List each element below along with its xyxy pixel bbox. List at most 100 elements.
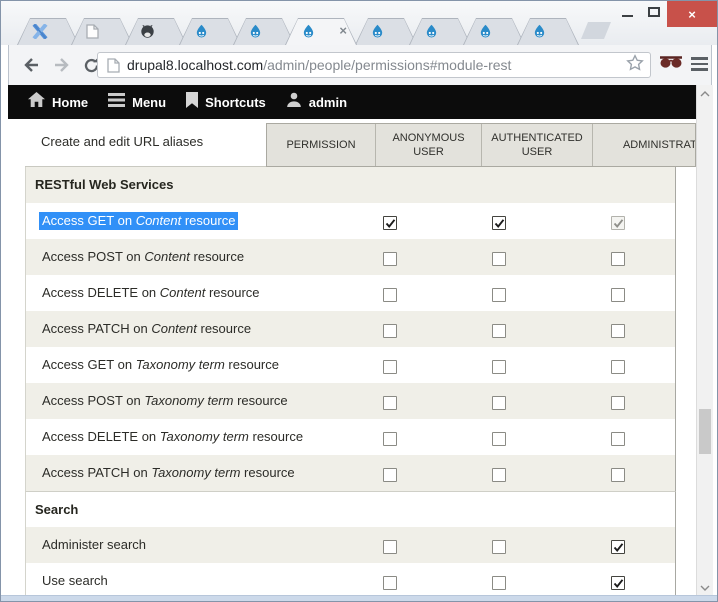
checkbox-administrator[interactable]	[611, 252, 625, 266]
checkbox-authenticated[interactable]	[492, 324, 506, 338]
module-section-label: RESTful Web Services	[35, 177, 173, 192]
tab-10[interactable]	[517, 18, 579, 45]
maximize-icon	[648, 7, 660, 17]
permission-label: Create and edit URL aliases	[41, 134, 203, 149]
toolbar-item-label: Home	[52, 95, 88, 110]
checkbox-authenticated[interactable]	[492, 576, 506, 590]
tab-surface	[464, 19, 524, 45]
tab-7[interactable]	[355, 18, 417, 45]
header-cell-authenticated-user: AUTHENTICATED USER	[482, 124, 593, 166]
tab-5[interactable]	[233, 18, 295, 45]
url-path: /admin/people/permissions#module-rest	[263, 57, 511, 73]
tab-surface	[518, 19, 578, 45]
vertical-scrollbar[interactable]	[696, 85, 713, 597]
checkbox-anonymous[interactable]	[383, 216, 397, 230]
checkbox-authenticated[interactable]	[492, 360, 506, 374]
checkbox-anonymous[interactable]	[383, 540, 397, 554]
checkbox-authenticated[interactable]	[492, 432, 506, 446]
close-button[interactable]: ×	[667, 1, 717, 27]
tab-active[interactable]: ×	[285, 18, 357, 45]
drupal-admin-toolbar: Home Menu Shortcuts admin	[8, 85, 696, 119]
checkbox-administrator[interactable]	[611, 288, 625, 302]
permission-label: Access DELETE on Content resource	[42, 285, 260, 300]
checkbox-authenticated[interactable]	[492, 288, 506, 302]
checkbox-administrator[interactable]	[611, 540, 625, 554]
tab-9[interactable]	[463, 18, 525, 45]
checkbox-administrator[interactable]	[611, 360, 625, 374]
permission-row: Access PATCH on Content resource	[25, 311, 676, 347]
checkbox-anonymous[interactable]	[383, 396, 397, 410]
permission-label: Access PATCH on Taxonomy term resource	[42, 465, 295, 480]
drupal-favicon-icon	[478, 24, 494, 40]
checkbox-administrator[interactable]	[611, 396, 625, 410]
minimize-button[interactable]	[615, 1, 641, 23]
scrollbar-thumb[interactable]	[699, 409, 711, 454]
permission-label: Access DELETE on Taxonomy term resource	[42, 429, 303, 444]
permission-row: Administer search	[25, 527, 676, 563]
scroll-up-button[interactable]	[697, 86, 713, 102]
tab-2[interactable]	[71, 18, 133, 45]
checkbox-authenticated[interactable]	[492, 468, 506, 482]
permission-label: Administer search	[42, 537, 146, 552]
checkbox-anonymous[interactable]	[383, 576, 397, 590]
tab-8[interactable]	[409, 18, 471, 45]
tab-3[interactable]	[125, 18, 187, 45]
new-tab-button[interactable]	[581, 22, 611, 39]
checkbox-anonymous[interactable]	[383, 468, 397, 482]
extension-button[interactable]	[659, 55, 683, 75]
checkbox-administrator[interactable]	[611, 324, 625, 338]
toolbar-item-shortcuts[interactable]: Shortcuts	[186, 92, 266, 113]
checkbox-authenticated[interactable]	[492, 252, 506, 266]
permission-row: Access GET on Content resource	[25, 203, 676, 239]
back-arrow-icon	[21, 55, 41, 75]
checkbox-anonymous[interactable]	[383, 432, 397, 446]
tab-surface	[234, 19, 294, 45]
checkbox-authenticated[interactable]	[492, 216, 506, 230]
tab-1[interactable]	[17, 18, 79, 45]
checkbox-authenticated[interactable]	[492, 540, 506, 554]
permission-label: Access GET on Taxonomy term resource	[42, 357, 279, 372]
tab-surface	[126, 19, 186, 45]
module-section-row: Search	[25, 491, 676, 527]
permission-row: Access PATCH on Taxonomy term resource	[25, 455, 676, 491]
back-button[interactable]	[20, 54, 42, 76]
toolbar-item-home[interactable]: Home	[28, 92, 88, 112]
drupal-favicon-icon	[248, 24, 264, 40]
forward-button[interactable]	[51, 54, 73, 76]
permission-row: Access POST on Taxonomy term resource	[25, 383, 676, 419]
page-icon	[107, 58, 120, 73]
checkbox-anonymous[interactable]	[383, 324, 397, 338]
tab-close-icon[interactable]: ×	[339, 23, 347, 38]
toolbar-item-menu[interactable]: Menu	[108, 93, 166, 112]
pinwheel-favicon-icon	[32, 24, 48, 40]
mask-glasses-icon	[659, 55, 683, 70]
checkbox-anonymous[interactable]	[383, 252, 397, 266]
tab-4[interactable]	[179, 18, 241, 45]
url-host: drupal8.localhost.com	[127, 57, 263, 73]
drupal-favicon-icon	[301, 24, 317, 40]
scroll-down-button[interactable]	[697, 580, 713, 596]
maximize-button[interactable]	[641, 1, 667, 23]
drupal-favicon-icon	[194, 24, 210, 40]
permission-label: Use search	[42, 573, 108, 588]
browser-menu-button[interactable]	[691, 57, 708, 74]
checkbox-authenticated[interactable]	[492, 396, 506, 410]
browser-toolbar: drupal8.localhost.com/admin/people/permi…	[8, 45, 712, 85]
bookmark-star-button[interactable]	[626, 54, 644, 77]
checkbox-administrator[interactable]	[611, 468, 625, 482]
checkbox-anonymous[interactable]	[383, 360, 397, 374]
checkbox-administrator[interactable]	[611, 432, 625, 446]
drupal-favicon-icon	[370, 24, 386, 40]
toolbar-item-label: admin	[309, 95, 347, 110]
tab-surface	[72, 19, 132, 45]
permissions-table: RESTful Web Services Access GET on Conten…	[25, 167, 676, 597]
checkbox-administrator[interactable]	[611, 216, 625, 230]
address-bar[interactable]: drupal8.localhost.com/admin/people/permi…	[97, 52, 651, 78]
toolbar-item-admin[interactable]: admin	[286, 92, 347, 112]
permission-label: Access GET on Content resource	[42, 213, 238, 228]
drupal-favicon-icon	[424, 24, 440, 40]
checkbox-administrator[interactable]	[611, 576, 625, 590]
browser-window: × × drupal8.localhost.com/admin/people/p…	[0, 0, 718, 602]
checkbox-anonymous[interactable]	[383, 288, 397, 302]
toolbar-item-label: Menu	[132, 95, 166, 110]
